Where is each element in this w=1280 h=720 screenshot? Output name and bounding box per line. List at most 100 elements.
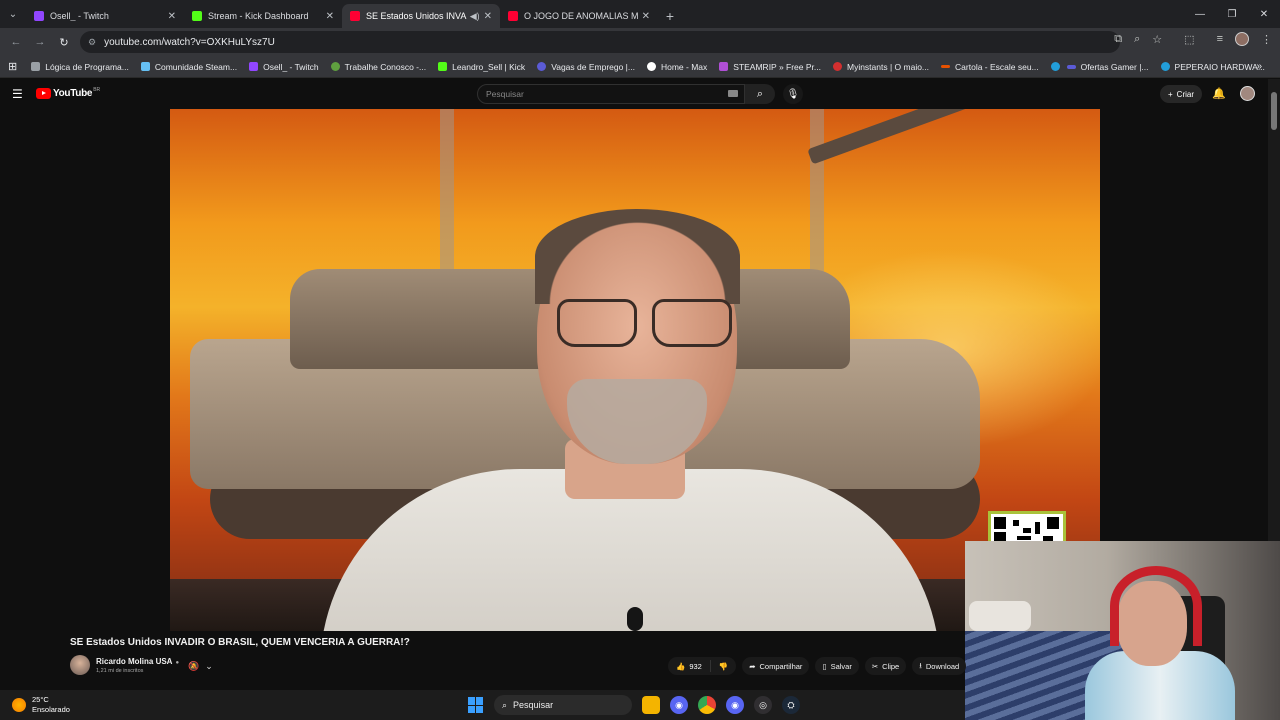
bookmark-favicon-icon bbox=[719, 62, 729, 71]
reload-icon[interactable]: ↻ bbox=[52, 30, 76, 54]
restore-icon[interactable]: ❐ bbox=[1216, 0, 1248, 28]
bookmark-favicon-icon bbox=[537, 62, 547, 71]
close-window-icon[interactable]: ✕ bbox=[1248, 0, 1280, 28]
bell-off-icon: 🔕 bbox=[188, 660, 200, 671]
weather-widget[interactable]: 25°C Ensolarado bbox=[12, 695, 70, 715]
install-icon[interactable]: ⧉ bbox=[1114, 33, 1122, 46]
menu-icon[interactable]: ⋮ bbox=[1261, 33, 1272, 46]
youtube-logo[interactable]: YouTube BR bbox=[36, 87, 100, 99]
channel-name[interactable]: Ricardo Molina USA ● bbox=[96, 657, 179, 666]
bookmark-item[interactable]: Osell_ - Twitch bbox=[249, 62, 319, 72]
tab-title: SE Estados Unidos INVADIR bbox=[366, 11, 467, 21]
windows-start-icon[interactable] bbox=[468, 697, 484, 713]
youtube-play-icon bbox=[36, 88, 51, 99]
tab-youtube-active[interactable]: SE Estados Unidos INVADIR ◀) ✕ bbox=[342, 4, 500, 28]
notifications-bell-icon[interactable]: 🔔 bbox=[1212, 87, 1226, 100]
extensions-icon[interactable]: ⬚ bbox=[1184, 33, 1194, 46]
search-input[interactable]: Pesquisar bbox=[477, 84, 745, 104]
menu-icon[interactable]: ☰ bbox=[12, 87, 23, 101]
address-bar[interactable]: ⚙ youtube.com/watch?v=OXKHuLYsz7U bbox=[80, 31, 1120, 53]
file-explorer-icon[interactable] bbox=[642, 696, 660, 714]
chrome-icon[interactable] bbox=[698, 696, 716, 714]
dislike-button[interactable]: 👎 bbox=[711, 662, 736, 671]
tab-search-icon[interactable]: ⌄ bbox=[0, 0, 26, 28]
voice-search-button[interactable]: 🎙 bbox=[783, 84, 803, 104]
discord-icon[interactable]: ◉ bbox=[670, 696, 688, 714]
chevron-down-icon: ⌄ bbox=[205, 660, 213, 671]
search-icon: ⌕ bbox=[756, 87, 764, 100]
search-button[interactable]: ⌕ bbox=[745, 84, 775, 104]
bookmark-item[interactable]: Comunidade Steam... bbox=[140, 62, 237, 72]
sun-icon bbox=[12, 698, 26, 712]
video-player[interactable] bbox=[170, 109, 1100, 631]
scrollbar-thumb[interactable] bbox=[1271, 92, 1277, 130]
tab-title: Osell_ - Twitch bbox=[50, 11, 109, 21]
close-icon[interactable]: ✕ bbox=[484, 11, 492, 22]
search-placeholder: Pesquisar bbox=[486, 89, 524, 99]
zoom-icon[interactable]: ⌕ bbox=[1134, 33, 1140, 46]
save-button[interactable]: ▯ Salvar bbox=[815, 657, 859, 675]
taskbar-search[interactable]: ⌕ Pesquisar bbox=[494, 695, 632, 715]
bookmark-item[interactable]: PEPERAIO HARDWA... bbox=[1160, 62, 1265, 72]
subscription-bell-button[interactable]: 🔕 ⌄ bbox=[188, 659, 213, 673]
audio-icon[interactable]: ◀) bbox=[470, 11, 480, 22]
minimize-icon[interactable]: — bbox=[1184, 0, 1216, 28]
twitch-icon bbox=[249, 62, 259, 71]
url-text: youtube.com/watch?v=OXKHuLYsz7U bbox=[104, 36, 275, 48]
close-icon[interactable]: ✕ bbox=[168, 11, 176, 22]
apps-grid-icon[interactable]: ⊞ bbox=[8, 60, 17, 73]
close-icon[interactable]: ✕ bbox=[326, 11, 334, 22]
like-button[interactable]: 👍 932 bbox=[668, 660, 711, 672]
clip-button[interactable]: ✂ Clipe bbox=[864, 657, 907, 675]
tab-twitch[interactable]: Osell_ - Twitch ✕ bbox=[26, 4, 184, 28]
presenter-hair bbox=[535, 209, 740, 304]
account-avatar[interactable] bbox=[1240, 86, 1255, 101]
temperature: 25°C bbox=[32, 695, 49, 704]
kick-icon bbox=[438, 62, 448, 71]
download-button[interactable]: ⭳ Download bbox=[912, 657, 967, 675]
toolbar-actions: ⧉ ⌕ ☆ ⬚ ≡ ⋮ bbox=[1114, 32, 1272, 46]
new-tab-button[interactable]: + bbox=[658, 4, 682, 28]
tab-kick[interactable]: Stream - Kick Dashboard ✕ bbox=[184, 4, 342, 28]
forward-icon[interactable]: → bbox=[28, 30, 52, 54]
twitch-icon bbox=[34, 11, 44, 21]
bookmark-item[interactable]: Cartola - Escale seu... bbox=[941, 62, 1039, 72]
media-icon[interactable]: ≡ bbox=[1217, 33, 1223, 45]
bookmark-favicon-icon bbox=[832, 62, 842, 71]
bookmark-item[interactable]: Trabalhe Conosco -... bbox=[330, 62, 426, 72]
obs-icon[interactable]: ◎ bbox=[754, 696, 772, 714]
download-icon: ⭳ bbox=[919, 660, 922, 670]
bookmark-item[interactable]: Lógica de Programa... bbox=[31, 62, 129, 72]
taskbar-apps: ⌕ Pesquisar ◉ ◉ ◎ ⛭ bbox=[468, 695, 800, 715]
close-icon[interactable]: ✕ bbox=[642, 11, 650, 22]
max-icon bbox=[646, 62, 656, 71]
presenter-glasses bbox=[557, 299, 737, 349]
discord-ptb-icon[interactable]: ◉ bbox=[726, 696, 744, 714]
bookmark-star-icon[interactable]: ☆ bbox=[1152, 33, 1162, 46]
bookmark-item[interactable]: Home - Max bbox=[646, 62, 707, 72]
keyboard-icon[interactable] bbox=[728, 90, 738, 97]
video-actions: 👍 932 👎 ➦ Compartilhar ▯ Salvar ✂ Clipe ⭳ Dow… bbox=[668, 655, 967, 677]
bookmark-favicon-icon bbox=[941, 65, 951, 68]
tab-youtube[interactable]: O JOGO DE ANOMALIAS MAIS ✕ bbox=[500, 4, 658, 28]
back-icon[interactable]: ← bbox=[4, 30, 28, 54]
search-icon: ⌕ bbox=[502, 699, 508, 710]
channel-avatar[interactable] bbox=[70, 655, 90, 675]
site-info-icon[interactable]: ⚙ bbox=[88, 37, 96, 48]
bookmark-item[interactable] bbox=[1050, 62, 1065, 71]
share-button[interactable]: ➦ Compartilhar bbox=[742, 657, 810, 675]
bookmark-item[interactable]: Ofertas Gamer |... bbox=[1066, 62, 1149, 72]
more-bookmarks-icon[interactable]: » bbox=[1256, 61, 1262, 72]
bookmark-item[interactable]: Myinstants | O maio... bbox=[832, 62, 929, 72]
profile-avatar[interactable] bbox=[1235, 32, 1249, 46]
bookmark-favicon-icon bbox=[330, 62, 340, 71]
plus-icon: + bbox=[1168, 89, 1173, 99]
create-button[interactable]: + Criar bbox=[1160, 85, 1203, 103]
bookmark-item[interactable]: Vagas de Emprego |... bbox=[537, 62, 635, 72]
webcam-pillow bbox=[969, 601, 1031, 631]
thumbs-down-icon: 👎 bbox=[718, 661, 729, 671]
youtube-header: ☰ YouTube BR Pesquisar ⌕ 🎙 + Criar 🔔 bbox=[0, 79, 1280, 109]
bookmark-item[interactable]: Leandro_Sell | Kick bbox=[438, 62, 525, 72]
bookmark-item[interactable]: STEAMRIP » Free Pr... bbox=[719, 62, 821, 72]
steam-icon[interactable]: ⛭ bbox=[782, 696, 800, 714]
